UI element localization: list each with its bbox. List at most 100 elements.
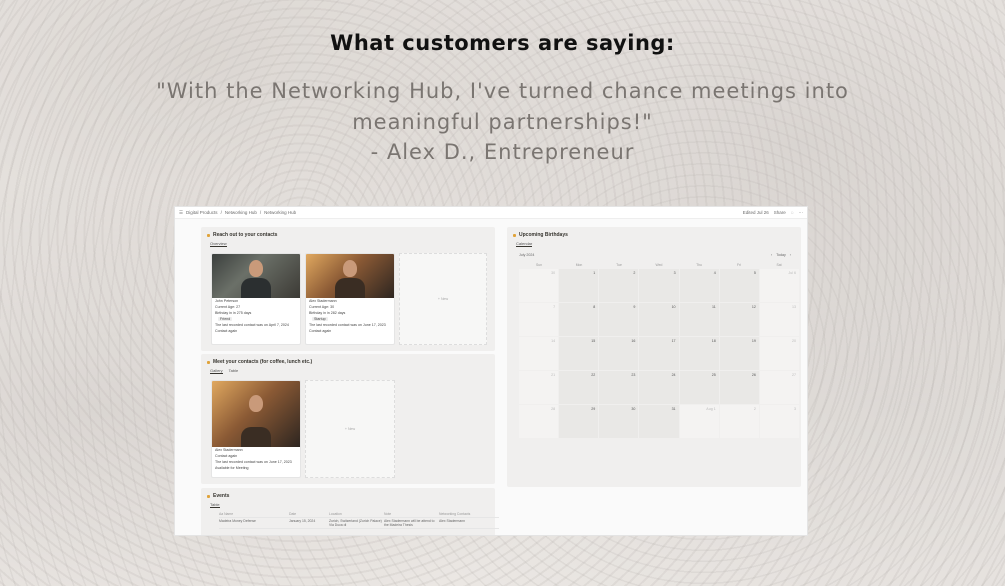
availability-status: Available for Meeting — [215, 466, 249, 470]
app-screenshot: ☰ Digital Products / Networking Hub / Ne… — [174, 206, 808, 536]
contact-card[interactable]: John Peterson Current Age: 27 Birthday i… — [211, 253, 301, 345]
calendar-grid: 30 1 2 3 4 5 Jul 6 7 8 9 10 11 12 13 14 15 16 17 18 19 20 21 2… — [519, 269, 799, 438]
tab-table[interactable]: Table — [210, 502, 220, 508]
weekday-label: Wed — [655, 263, 663, 267]
calendar-day[interactable]: 19 — [719, 337, 759, 370]
calendar-day[interactable]: 30 — [599, 405, 639, 438]
calendar-day[interactable]: 17 — [639, 337, 679, 370]
breadcrumb-item[interactable]: Networking Hub — [264, 210, 296, 215]
calendar-day[interactable]: 2 — [719, 405, 759, 438]
calendar-day[interactable]: 31 — [639, 405, 679, 438]
breadcrumb-item[interactable]: Networking Hub — [225, 210, 257, 215]
calendar-day[interactable]: 24 — [639, 371, 679, 404]
menu-icon[interactable]: ☰ — [179, 210, 183, 216]
tab-gallery[interactable]: Gallery — [210, 368, 223, 374]
app-topbar: ☰ Digital Products / Networking Hub / Ne… — [175, 207, 807, 219]
calendar-day[interactable]: 16 — [599, 337, 639, 370]
calendar-day[interactable]: 20 — [759, 337, 799, 370]
reach-out-panel: Reach out to your contacts Overview John… — [201, 227, 495, 351]
table-cell: Alex Stadermann — [439, 519, 466, 523]
calendar-day[interactable]: 13 — [759, 303, 799, 336]
calendar-day[interactable]: 10 — [639, 303, 679, 336]
weekday-label: Sat — [776, 263, 782, 267]
calendar-day[interactable]: 23 — [599, 371, 639, 404]
chevron-left-icon[interactable]: ‹ — [771, 253, 772, 257]
new-card-button[interactable]: + New — [399, 253, 487, 345]
bulb-icon — [207, 494, 210, 498]
table-cell: Zurich, Switzerland (Zurich Palace) Via … — [329, 519, 382, 527]
calendar-day[interactable]: 8 — [559, 303, 599, 336]
contact-again-button[interactable]: Contact again — [212, 328, 300, 334]
table-row[interactable]: Madeira Money Defense January 15, 2024 Z… — [219, 518, 499, 529]
calendar-day[interactable]: 29 — [559, 405, 599, 438]
testimonial-quote: "With the Networking Hub, I've turned ch… — [156, 79, 849, 134]
table-cell: Madeira Money Defense — [219, 519, 256, 523]
testimonial-author: - Alex D., Entrepreneur — [370, 140, 635, 164]
calendar-day[interactable]: 11 — [679, 303, 719, 336]
calendar-day[interactable]: 4 — [679, 269, 719, 302]
panel-title: Events — [213, 493, 230, 499]
today-button[interactable]: Today — [776, 253, 786, 257]
column-header[interactable]: Note — [384, 512, 439, 516]
calendar-day[interactable]: 1 — [559, 269, 599, 302]
column-header[interactable]: Networking Contacts — [439, 512, 499, 516]
share-button[interactable]: Share — [774, 210, 786, 215]
calendar-day[interactable]: 22 — [559, 371, 599, 404]
tab-table[interactable]: Table — [229, 368, 239, 374]
column-header[interactable]: Date — [289, 512, 329, 516]
table-cell: Alex Stadermann will be attend to the Ma… — [384, 519, 435, 527]
breadcrumb-item[interactable]: Digital Products — [186, 210, 218, 215]
bulb-icon — [207, 233, 210, 237]
chevron-right-icon[interactable]: › — [790, 253, 791, 257]
calendar-day[interactable]: 14 — [519, 337, 559, 370]
weekday-label: Mon — [575, 263, 583, 267]
calendar-day[interactable]: Jul 6 — [759, 269, 799, 302]
tag-badge: Startup — [312, 317, 328, 321]
meet-panel: Meet your contacts (for coffee, lunch et… — [201, 354, 495, 484]
column-header[interactable]: Aa Name — [219, 512, 289, 516]
calendar-day[interactable]: 18 — [679, 337, 719, 370]
tab-overview[interactable]: Overview — [210, 241, 227, 247]
tag-badge: Friend — [218, 317, 233, 321]
more-icon[interactable]: ⋯ — [799, 210, 804, 216]
calendar-day[interactable]: 9 — [599, 303, 639, 336]
calendar-day[interactable]: 21 — [519, 371, 559, 404]
calendar-day[interactable]: 7 — [519, 303, 559, 336]
contact-photo — [212, 381, 300, 447]
calendar-day[interactable]: 30 — [519, 269, 559, 302]
calendar-day[interactable]: 3 — [639, 269, 679, 302]
weekday-label: Fri — [737, 263, 741, 267]
contact-photo — [306, 254, 394, 298]
calendar-area: July 2024 ‹ Today › Sun Mon Tue Wed Thu Fri Sa… — [507, 227, 801, 487]
panel-title: Meet your contacts (for coffee, lunch et… — [213, 359, 313, 365]
calendar-day[interactable]: 12 — [719, 303, 759, 336]
calendar-day[interactable]: 5 — [719, 269, 759, 302]
contact-card[interactable]: Alex Stadermann Current Age: 30 Birthday… — [305, 253, 395, 345]
bulb-icon — [207, 360, 210, 364]
calendar-day[interactable]: 2 — [599, 269, 639, 302]
panel-title: Reach out to your contacts — [213, 232, 278, 238]
contact-photo — [212, 254, 300, 298]
events-table: Aa Name Date Location Note Networking Co… — [219, 511, 499, 529]
table-cell: January 15, 2024 — [289, 519, 316, 523]
calendar-day[interactable]: 3 — [759, 405, 799, 438]
comment-icon[interactable]: ◌ — [791, 210, 794, 215]
contact-again-button[interactable]: Contact again — [306, 328, 394, 334]
calendar-month: July 2024 — [519, 253, 535, 257]
breadcrumb: ☰ Digital Products / Networking Hub / Ne… — [179, 209, 297, 216]
contact-card[interactable]: Alex Stadermann Contact again The last r… — [211, 380, 301, 478]
edited-status: Edited Jul 26 — [742, 210, 769, 215]
weekday-label: Sun — [535, 263, 543, 267]
new-card-button[interactable]: + New — [305, 380, 395, 478]
calendar-day[interactable]: 27 — [759, 371, 799, 404]
calendar-day[interactable]: Aug 1 — [679, 405, 719, 438]
column-header[interactable]: Location — [329, 512, 384, 516]
calendar-day[interactable]: 28 — [519, 405, 559, 438]
calendar-day[interactable]: 26 — [719, 371, 759, 404]
weekday-label: Thu — [696, 263, 702, 267]
weekday-label: Tue — [616, 263, 622, 267]
calendar-day[interactable]: 15 — [559, 337, 599, 370]
testimonial-heading: What customers are saying: — [330, 31, 675, 55]
calendar-day[interactable]: 25 — [679, 371, 719, 404]
weekday-header: Sun Mon Tue Wed Thu Fri Sat — [519, 263, 799, 267]
